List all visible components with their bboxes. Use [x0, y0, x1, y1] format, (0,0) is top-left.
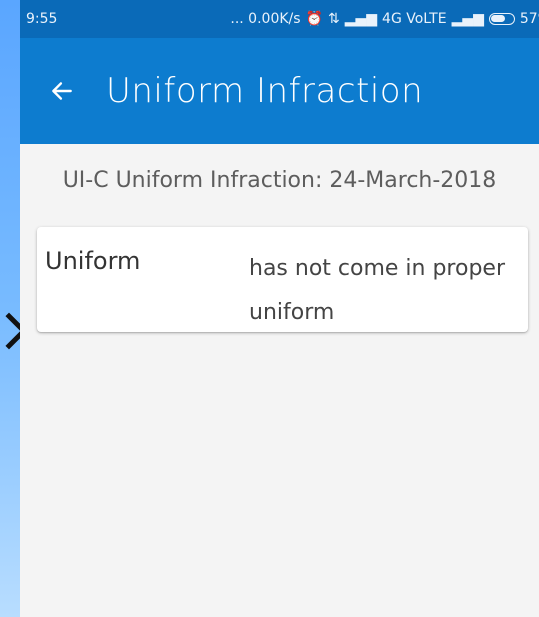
status-bar: 9:55 ... 0.00K/s ⏰ ⇅ ▂▄▆ 4G VoLTE ▂▄▆ 57… [20, 0, 539, 38]
background-strip [0, 0, 20, 617]
infraction-value: has not come in proper uniform [249, 256, 505, 325]
infraction-card[interactable]: Uniform has not come in proper uniform [37, 227, 528, 332]
phone-screen: 9:55 ... 0.00K/s ⏰ ⇅ ▂▄▆ 4G VoLTE ▂▄▆ 57… [20, 0, 539, 617]
app-bar: Uniform Infraction [20, 38, 539, 144]
signal-icon-2: ▂▄▆ [451, 11, 484, 27]
infraction-label: Uniform [45, 247, 141, 275]
page-title: Uniform Infraction [106, 71, 424, 111]
signal-icon: ▂▄▆ [344, 11, 378, 27]
infraction-subtitle: UI-C Uniform Infraction: 24-March-2018 [62, 168, 497, 193]
arrow-left-icon [52, 82, 72, 100]
battery-icon [488, 13, 515, 25]
back-button[interactable] [42, 71, 82, 111]
network-speed: ... 0.00K/s [230, 11, 301, 27]
status-indicators: ... 0.00K/s ⏰ ⇅ ▂▄▆ 4G VoLTE ▂▄▆ 57% [230, 11, 539, 27]
network-type: 4G VoLTE [382, 11, 447, 27]
status-time: 9:55 [26, 11, 58, 27]
battery-percent: 57% [519, 11, 539, 27]
data-transfer-icon: ⇅ [327, 11, 340, 27]
alarm-clock-icon: ⏰ [305, 11, 323, 27]
